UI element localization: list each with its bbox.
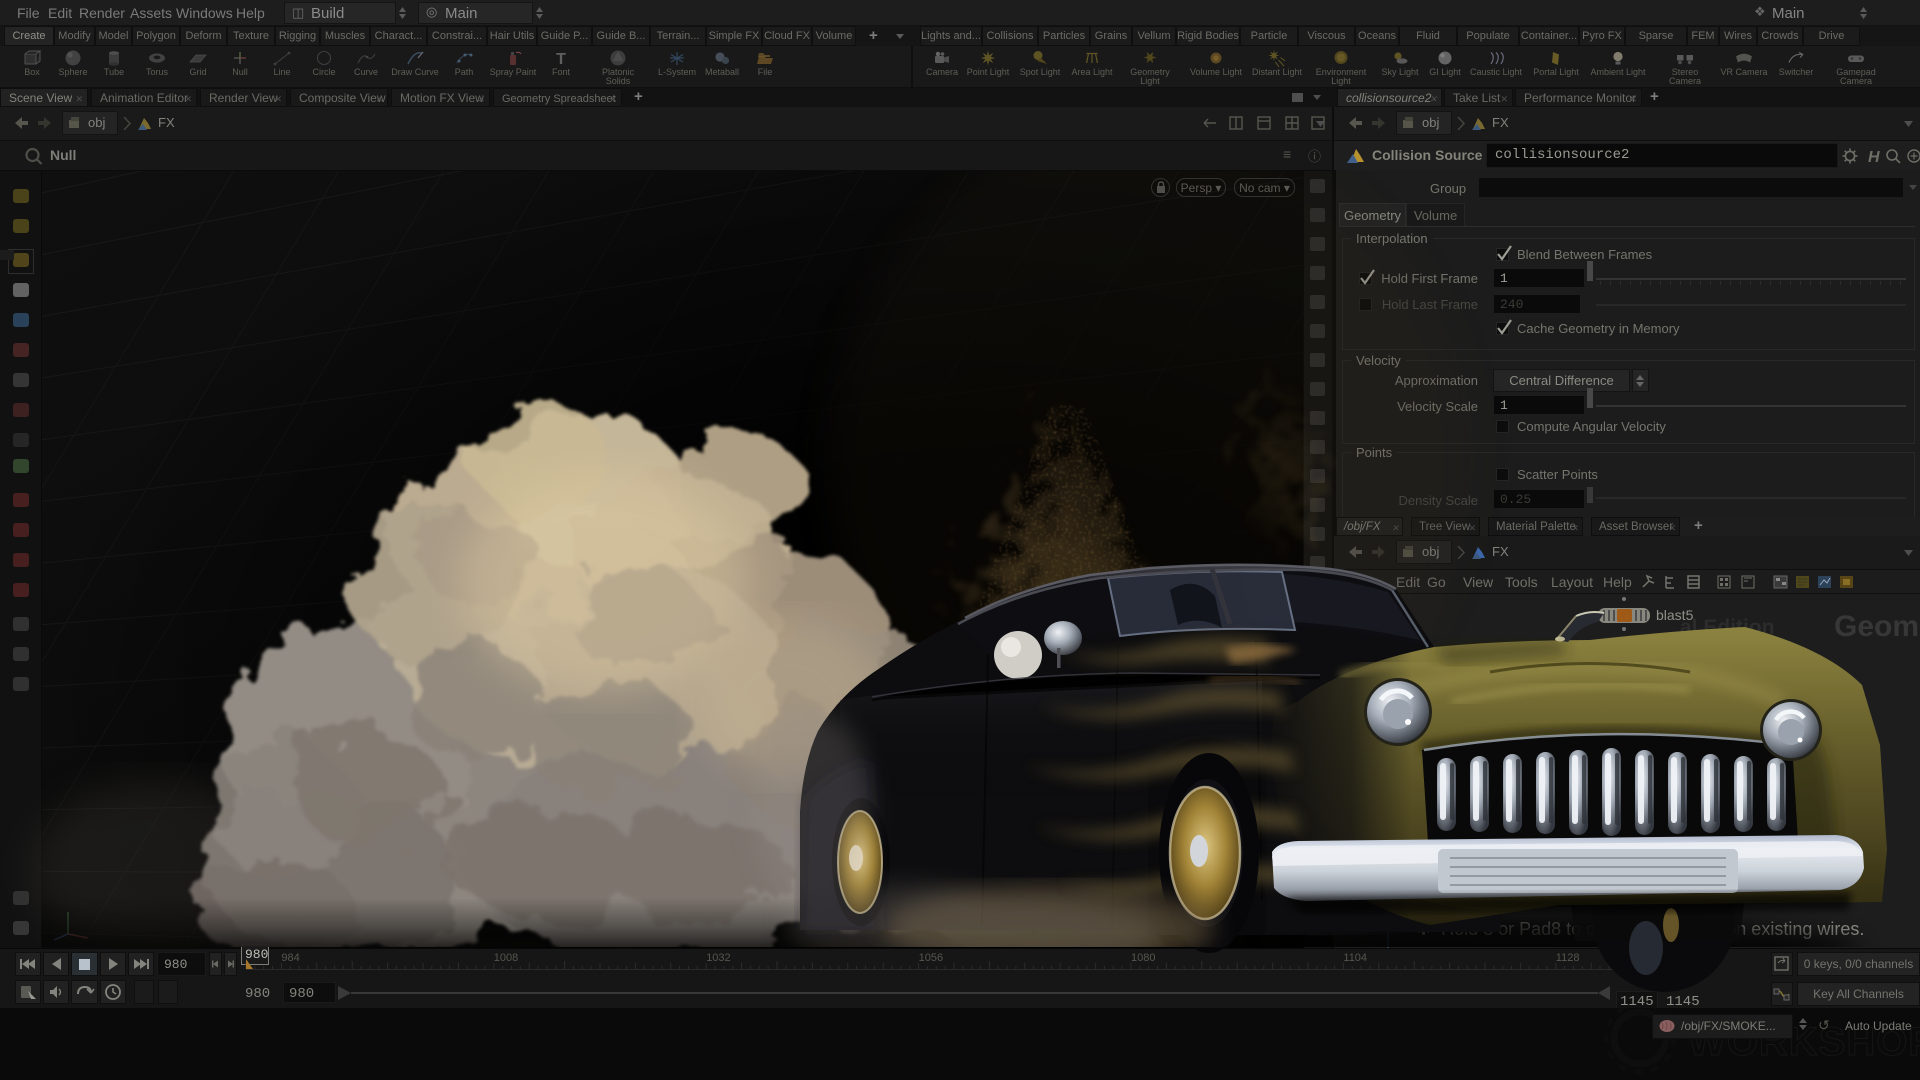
svg-text:1080: 1080 (1131, 952, 1155, 964)
svg-text:1008: 1008 (494, 952, 518, 964)
svg-text:H: H (1868, 149, 1880, 166)
svg-text:1128: 1128 (1556, 952, 1580, 964)
svg-text:T: T (556, 51, 566, 68)
svg-text:1104: 1104 (1343, 952, 1367, 964)
svg-text:1032: 1032 (706, 952, 730, 964)
svg-text:1056: 1056 (919, 952, 943, 964)
svg-text:984: 984 (281, 952, 299, 964)
